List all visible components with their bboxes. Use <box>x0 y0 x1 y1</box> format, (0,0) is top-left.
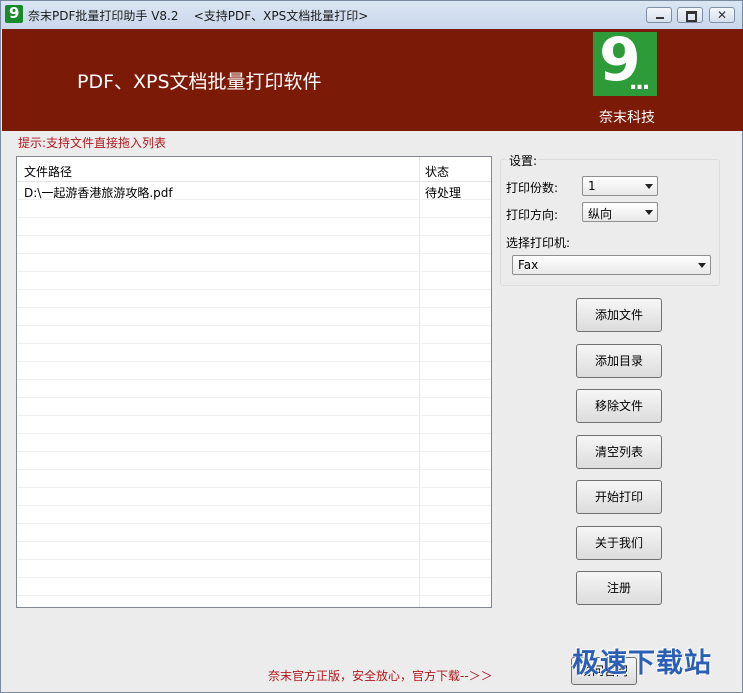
file-path-cell: D:\一起游香港旅游攻略.pdf <box>24 186 173 200</box>
empty-list-row <box>17 344 491 362</box>
copies-label: 打印份数: <box>506 181 559 195</box>
clear-list-button[interactable]: 清空列表 <box>576 435 662 469</box>
minimize-icon <box>647 8 671 22</box>
drag-hint: 提示:支持文件直接拖入列表 <box>18 136 167 150</box>
watermark-logo: 极速下载站 <box>572 648 712 679</box>
orientation-select[interactable]: 纵向 <box>582 202 658 222</box>
column-header-path[interactable]: 文件路径 <box>24 163 72 180</box>
maximize-icon <box>678 8 702 22</box>
close-icon: ✕ <box>716 8 728 22</box>
remove-file-button[interactable]: 移除文件 <box>576 389 662 423</box>
add-file-button[interactable]: 添加文件 <box>576 298 662 332</box>
app-window: 9 奈末PDF批量打印助手 V8.2 <支持PDF、XPS文档批量打印> ✕ P… <box>0 0 743 693</box>
empty-list-row <box>17 416 491 434</box>
start-print-button[interactable]: 开始打印 <box>576 480 662 514</box>
header-banner: PDF、XPS文档批量打印软件 9 ... 奈末科技 <box>2 25 743 131</box>
empty-list-row <box>17 470 491 488</box>
column-header-status[interactable]: 状态 <box>425 163 449 180</box>
empty-list-row <box>17 362 491 380</box>
empty-list-row <box>17 542 491 560</box>
file-status-cell: 待处理 <box>425 186 462 200</box>
empty-list-row <box>17 218 491 236</box>
brand-logo-icon: 9 ... <box>593 25 657 96</box>
empty-list-row <box>17 200 491 218</box>
empty-list-row <box>17 578 491 596</box>
empty-list-row <box>17 398 491 416</box>
empty-list-row <box>17 524 491 542</box>
about-button[interactable]: 关于我们 <box>576 526 662 560</box>
settings-title: 设置: <box>507 152 540 169</box>
empty-list-row <box>17 254 491 272</box>
brand-name: 奈末科技 <box>599 110 655 126</box>
maximize-button[interactable] <box>677 7 703 23</box>
table-row[interactable]: D:\一起游香港旅游攻略.pdf 待处理 <box>17 182 491 200</box>
printer-label: 选择打印机: <box>506 236 571 250</box>
empty-list-row <box>17 506 491 524</box>
empty-list-row <box>17 236 491 254</box>
file-list[interactable]: 文件路径 状态 D:\一起游香港旅游攻略.pdf 待处理 <box>16 156 492 608</box>
empty-list-row <box>17 272 491 290</box>
empty-list-row <box>17 560 491 578</box>
close-button[interactable]: ✕ <box>709 7 735 23</box>
add-directory-button[interactable]: 添加目录 <box>576 344 662 378</box>
chevron-down-icon <box>698 263 706 268</box>
chevron-down-icon <box>645 210 653 215</box>
orientation-label: 打印方向: <box>506 208 559 222</box>
empty-list-row <box>17 380 491 398</box>
minimize-button[interactable] <box>646 7 672 23</box>
empty-list-row <box>17 326 491 344</box>
register-button[interactable]: 注册 <box>576 571 662 605</box>
empty-list-row <box>17 488 491 506</box>
empty-list-row <box>17 308 491 326</box>
empty-list-row <box>17 290 491 308</box>
app-logo-icon: 9 <box>5 4 23 23</box>
chevron-down-icon <box>645 184 653 189</box>
window-title: 奈末PDF批量打印助手 V8.2 <支持PDF、XPS文档批量打印> <box>28 9 369 23</box>
footer-download-link[interactable]: 奈末官方正版，安全放心，官方下载--＞＞ <box>268 667 493 684</box>
copies-select[interactable]: 1 <box>582 176 658 196</box>
printer-select[interactable]: Fax <box>512 255 711 275</box>
banner-title: PDF、XPS文档批量打印软件 <box>77 71 322 93</box>
empty-list-row <box>17 452 491 470</box>
empty-list-row <box>17 434 491 452</box>
list-rows: D:\一起游香港旅游攻略.pdf 待处理 <box>17 182 491 596</box>
